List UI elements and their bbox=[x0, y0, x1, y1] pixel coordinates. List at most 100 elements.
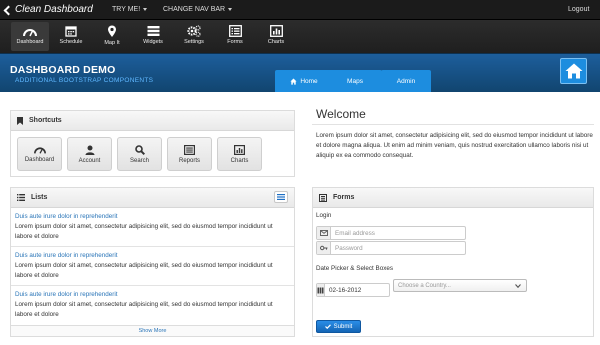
tab-admin[interactable]: Admin bbox=[381, 70, 431, 92]
dashboard-icon bbox=[33, 147, 46, 154]
toolbar-label: Settings bbox=[184, 39, 204, 45]
shortcut-label: Dashboard bbox=[24, 157, 55, 163]
welcome-title: Welcome bbox=[316, 107, 366, 121]
logout-label: Logout bbox=[568, 6, 590, 13]
list-item: Duis aute irure dolor in reprehenderit L… bbox=[11, 208, 294, 242]
shortcut-label: Search bbox=[129, 157, 149, 164]
shortcut-search[interactable]: Search bbox=[117, 137, 162, 171]
forms-header: Forms bbox=[313, 188, 593, 208]
try-me-label: TRY ME! bbox=[112, 6, 141, 13]
login-label: Login bbox=[316, 212, 332, 219]
toolbar-label: Forms bbox=[227, 39, 243, 45]
search-icon bbox=[134, 144, 145, 155]
email-input[interactable] bbox=[331, 227, 465, 239]
toolbar-widgets[interactable]: Widgets bbox=[134, 22, 172, 51]
change-nav-label: CHANGE NAV BAR bbox=[163, 6, 226, 13]
shortcut-label: Reports bbox=[178, 157, 200, 164]
brand-title: Clean Dashboard bbox=[15, 4, 93, 15]
list-item-text: Lorem ipsum dolor sit amet, consectetur … bbox=[15, 223, 273, 240]
shortcuts-panel: Shortcuts Dashboard Account Search Repor… bbox=[10, 110, 295, 177]
home-icon bbox=[565, 63, 582, 79]
forms-title: Forms bbox=[333, 194, 355, 201]
list-item-link[interactable]: Duis aute irure dolor in reprehenderit bbox=[15, 212, 290, 222]
list-icon bbox=[277, 194, 285, 200]
lists-header: Lists bbox=[11, 188, 294, 208]
check-icon bbox=[324, 324, 331, 329]
chevron-down-icon bbox=[515, 284, 521, 288]
list-item-text: Lorem ipsum dolor sit amet, consectetur … bbox=[15, 262, 273, 279]
email-field bbox=[316, 226, 466, 240]
icon-toolbar: Dashboard Schedule Map It Widgets Settin… bbox=[0, 20, 600, 53]
lists-panel: Lists Duis aute irure dolor in reprehend… bbox=[10, 187, 295, 337]
change-nav-dropdown[interactable]: CHANGE NAV BAR bbox=[163, 6, 233, 13]
shortcut-dashboard[interactable]: Dashboard bbox=[17, 137, 62, 171]
password-field bbox=[316, 241, 466, 255]
toolbar-label: Dashboard bbox=[16, 39, 44, 45]
forms-panel: Forms bbox=[312, 187, 594, 337]
show-more-link[interactable]: Show More bbox=[11, 325, 294, 336]
cogs-icon bbox=[187, 25, 201, 37]
form-icon bbox=[228, 25, 242, 37]
bar-chart-icon bbox=[269, 25, 283, 37]
datepicker-label: Date Picker & Select Boxes bbox=[316, 265, 393, 272]
calendar-icon bbox=[65, 26, 77, 37]
page-title: DASHBOARD DEMO bbox=[10, 64, 116, 76]
shortcut-charts[interactable]: Charts bbox=[217, 137, 262, 171]
caret-down-icon bbox=[228, 8, 233, 11]
password-input[interactable] bbox=[331, 242, 465, 254]
toolbar-label: Schedule bbox=[59, 39, 83, 45]
submit-button[interactable]: Submit bbox=[316, 320, 361, 333]
country-select-value: Choose a Country... bbox=[398, 282, 451, 289]
envelope-icon bbox=[317, 227, 331, 239]
shortcut-label: Charts bbox=[230, 157, 249, 164]
key-icon bbox=[317, 242, 331, 254]
try-me-dropdown[interactable]: TRY ME! bbox=[112, 6, 148, 13]
bookmark-icon bbox=[17, 116, 23, 125]
tab-label: Maps bbox=[347, 77, 363, 85]
list-icon bbox=[147, 26, 159, 36]
toolbar-label: Charts bbox=[267, 39, 285, 45]
date-picker bbox=[316, 283, 417, 297]
toolbar-charts[interactable]: Charts bbox=[257, 22, 295, 51]
tab-maps[interactable]: Maps bbox=[328, 70, 382, 92]
list-item: Duis aute irure dolor in reprehenderit L… bbox=[11, 286, 294, 320]
shortcut-label: Account bbox=[78, 157, 101, 164]
page-subtitle: ADDITIONAL BOOTSTRAP COMPONENTS bbox=[15, 77, 154, 84]
tab-label: Admin bbox=[396, 77, 416, 85]
dashboard-icon bbox=[23, 29, 37, 37]
map-marker-icon bbox=[108, 25, 116, 37]
toolbar-forms[interactable]: Forms bbox=[216, 22, 254, 51]
shortcut-reports[interactable]: Reports bbox=[167, 137, 212, 171]
list-toggle-button[interactable] bbox=[274, 191, 288, 203]
list-item-text: Lorem ipsum dolor sit amet, consectetur … bbox=[15, 301, 273, 318]
list-item: Duis aute irure dolor in reprehenderit L… bbox=[11, 247, 294, 281]
divider bbox=[312, 124, 594, 125]
bar-chart-icon bbox=[234, 144, 245, 155]
brand-logo[interactable]: Clean Dashboard bbox=[3, 4, 93, 16]
country-select[interactable]: Choose a Country... bbox=[393, 279, 527, 292]
top-navbar: Clean Dashboard TRY ME! CHANGE NAV BAR L… bbox=[0, 0, 600, 20]
caret-down-icon bbox=[143, 8, 148, 11]
list-item-link[interactable]: Duis aute irure dolor in reprehenderit bbox=[15, 251, 290, 261]
toolbar-dashboard[interactable]: Dashboard bbox=[11, 22, 49, 51]
tab-label: Home bbox=[300, 77, 318, 85]
toolbar-map-it[interactable]: Map It bbox=[93, 22, 131, 51]
toolbar-label: Widgets bbox=[143, 39, 163, 45]
brand-chevron-icon bbox=[3, 5, 14, 16]
lists-title: Lists bbox=[31, 194, 48, 201]
submit-label: Submit bbox=[333, 323, 353, 330]
list-icon bbox=[17, 194, 25, 201]
reports-icon bbox=[184, 144, 195, 155]
toolbar-schedule[interactable]: Schedule bbox=[52, 22, 90, 51]
form-icon bbox=[319, 193, 327, 202]
shortcuts-header: Shortcuts bbox=[11, 111, 294, 131]
tab-home[interactable]: Home bbox=[275, 70, 333, 92]
home-button[interactable] bbox=[560, 58, 587, 84]
shortcuts-title: Shortcuts bbox=[29, 117, 62, 124]
list-item-link[interactable]: Duis aute irure dolor in reprehenderit bbox=[15, 290, 290, 300]
toolbar-settings[interactable]: Settings bbox=[175, 22, 213, 51]
logout-link[interactable]: Logout bbox=[568, 6, 589, 13]
welcome-text: Lorem ipsum dolor sit amet, consectetur … bbox=[316, 132, 593, 159]
shortcut-account[interactable]: Account bbox=[67, 137, 112, 171]
toolbar-label: Map It bbox=[104, 40, 120, 46]
